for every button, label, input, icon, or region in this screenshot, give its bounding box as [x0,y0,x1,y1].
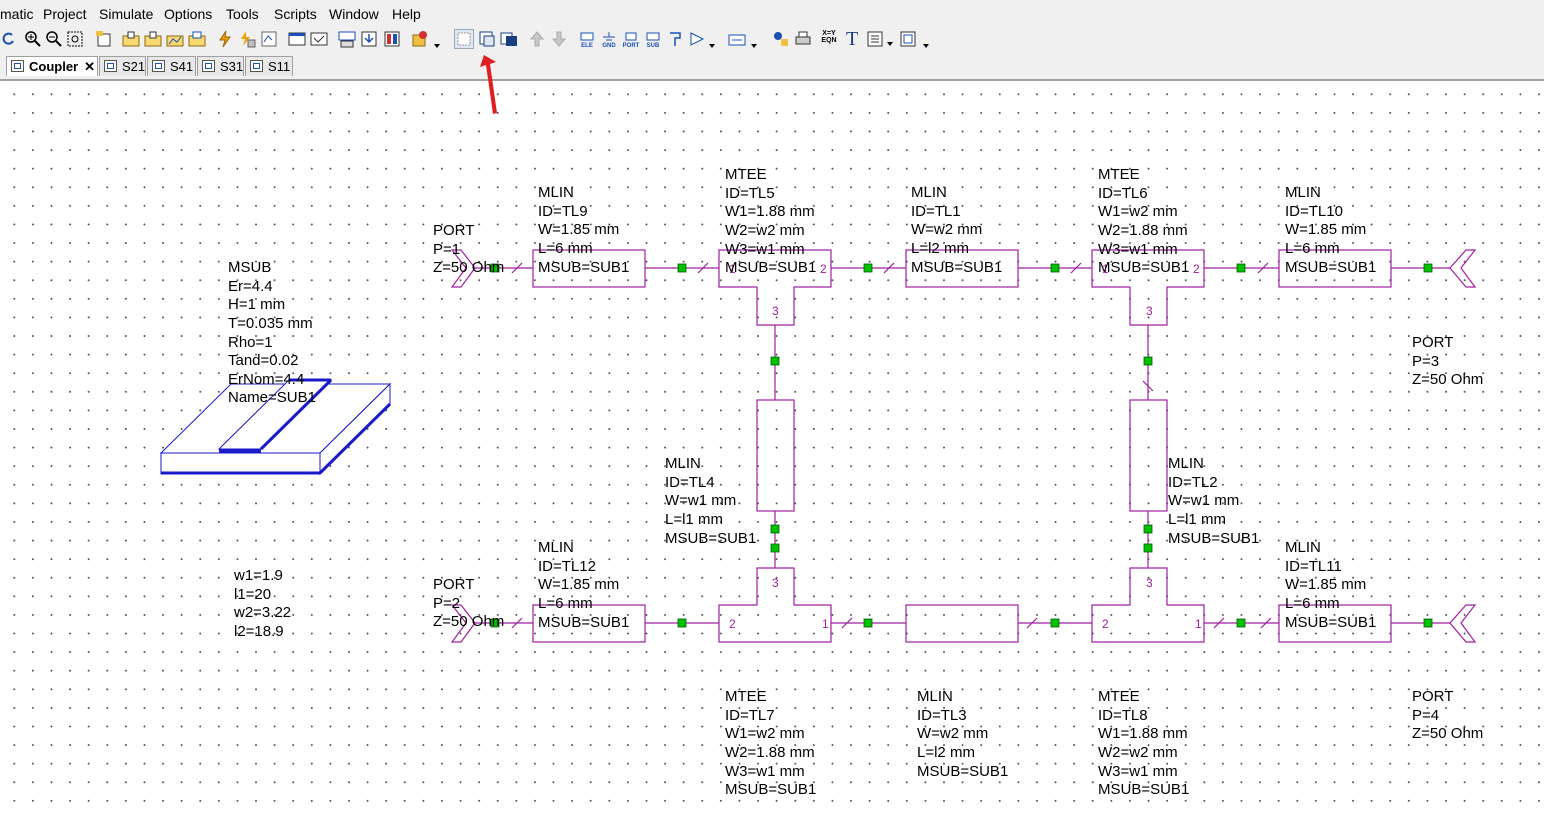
port-3-symbol[interactable] [1449,249,1477,288]
node[interactable] [1050,618,1060,628]
pin-number: 2 [820,262,827,276]
node[interactable] [677,618,687,628]
tl10-label[interactable]: MLIN ID=TL10 W=1.85 mm L=6 mm MSUB=SUB1 [1285,147,1376,296]
pin-number: 2 [729,617,736,631]
pin-number: 1 [822,617,829,631]
tl9-label[interactable]: MLIN ID=TL9 W=1.85 mm L=6 mm MSUB=SUB1 [538,147,629,296]
node[interactable] [677,263,687,273]
tl12-label[interactable]: MLIN ID=TL12 W=1.85 mm L=6 mm MSUB=SUB1 [538,502,629,651]
tl5-label[interactable]: MTEE ID=TL5 W1=1.88 mm W2=w2 mm W3=w1 mm MSUB… [725,129,816,296]
node[interactable] [1423,263,1433,273]
pin-number: 3 [772,576,779,590]
node[interactable] [1423,618,1433,628]
node[interactable] [863,263,873,273]
node[interactable] [770,356,780,366]
node[interactable] [1236,618,1246,628]
tl6-label[interactable]: MTEE ID=TL6 W1=w2 mm W2=1.88 mm W3=w1 mm MSUB… [1098,129,1189,296]
port-3-label[interactable]: PORT P=3 Z=50 Ohm [1412,297,1483,409]
mlin-tl2[interactable] [1129,399,1168,512]
tl3-label[interactable]: MLIN ID=TL3 W=w2 mm L=l2 mm MSUB=SUB1 [917,651,1008,800]
tl11-label[interactable]: MLIN ID=TL11 W=1.85 mm L=6 mm MSUB=SUB1 [1285,502,1376,651]
port-4-symbol[interactable] [1449,604,1477,643]
port-2-label[interactable]: PORT P=2 Z=50 Ohm [433,539,504,651]
pin-number: 2 [1193,262,1200,276]
port-1-label[interactable]: PORT P=1 Z=50 Ohm [433,185,504,297]
node[interactable] [1236,263,1246,273]
tl2-label[interactable]: MLIN ID=TL2 W=w1 mm L=l1 mm MSUB=SUB1 [1168,418,1259,567]
tl4-label[interactable]: MLIN ID=TL4 W=w1 mm L=l1 mm MSUB=SUB1 [665,418,756,567]
annotation-arrow [480,55,497,114]
pin-number: 1 [1195,617,1202,631]
msub-label[interactable]: MSUB Er=4.4 H=1 mm T=0.035 mm Rho=1 Tand=0.02… [228,222,316,427]
node[interactable] [1143,356,1153,366]
node[interactable] [863,618,873,628]
pin-number: 2 [1102,617,1109,631]
mlin-tl3[interactable] [905,604,1019,643]
variables-block[interactable]: w1=1.9 l1=20 w2=3.22 l2=18.9 [234,530,291,660]
tl8-label[interactable]: MTEE ID=TL8 W1=1.88 mm W2=w2 mm W3=w1 mm MSUB… [1098,651,1189,818]
node[interactable] [1143,524,1153,534]
pin-number: 3 [772,304,779,318]
tl1-label[interactable]: MLIN ID=TL1 W=w2 mm L=l2 mm MSUB=SUB1 [911,147,1002,296]
pin-number: 3 [1146,576,1153,590]
node[interactable] [1143,543,1153,553]
node[interactable] [1050,263,1060,273]
port-4-label[interactable]: PORT P=4 Z=50 Ohm [1412,651,1483,763]
node[interactable] [770,543,780,553]
mlin-tl4[interactable] [756,399,795,512]
node[interactable] [770,524,780,534]
tl7-label[interactable]: MTEE ID=TL7 W1=w2 mm W2=1.88 mm W3=w1 mm MSUB… [725,651,816,818]
pin-number: 3 [1146,304,1153,318]
